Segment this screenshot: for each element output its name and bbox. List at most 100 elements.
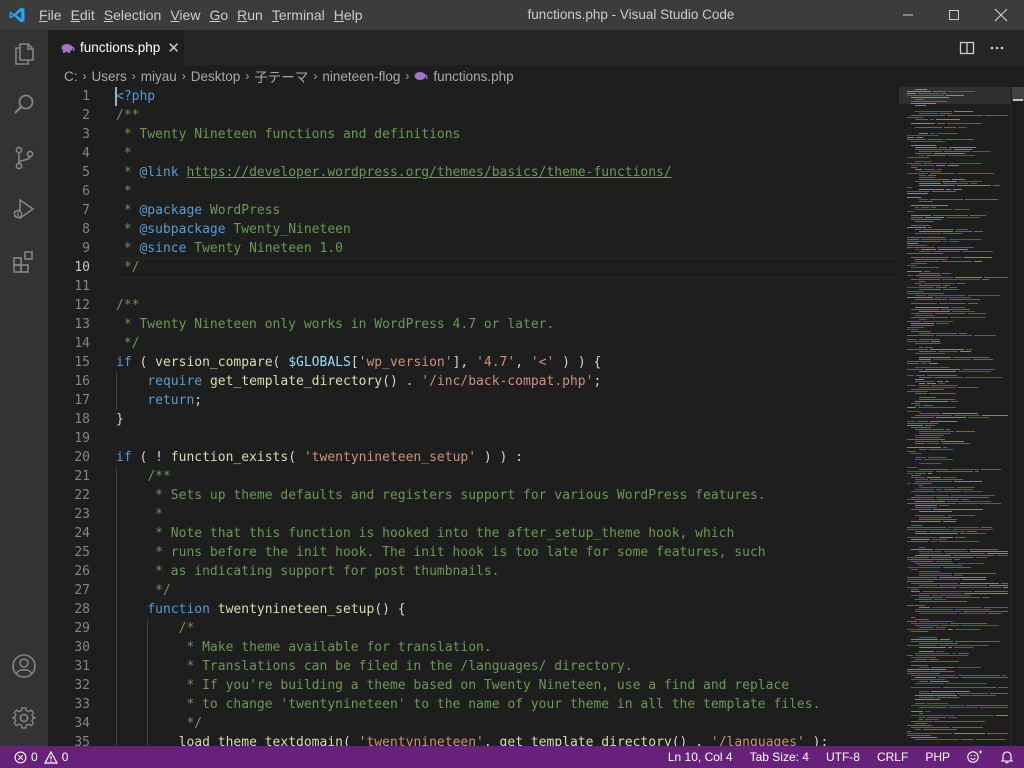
run-debug-button[interactable] xyxy=(0,185,48,233)
menu-view[interactable]: View xyxy=(166,7,204,23)
tab-functions-php[interactable]: functions.php ✕ xyxy=(48,30,184,65)
code-line[interactable]: 31 * Translations can be filed in the /l… xyxy=(48,657,899,676)
minimap-line xyxy=(915,181,940,182)
line-number: 13 xyxy=(74,317,90,332)
breadcrumb-chevron-icon: › xyxy=(82,69,87,83)
encoding[interactable]: UTF-8 xyxy=(826,750,860,764)
code-line[interactable]: 10 */ xyxy=(48,258,899,278)
source-control-button[interactable] xyxy=(0,134,48,182)
line-number: 4 xyxy=(82,146,90,161)
breadcrumb-item[interactable]: nineteen-flog xyxy=(322,69,400,84)
code-line[interactable]: 5 * @link https://developer.wordpress.or… xyxy=(48,163,899,182)
menu-help[interactable]: Help xyxy=(330,7,367,23)
code-text: * Sets up theme defaults and registers s… xyxy=(116,486,766,505)
minimap-line xyxy=(911,675,956,676)
more-actions-button[interactable] xyxy=(987,38,1007,58)
split-editor-button[interactable] xyxy=(957,38,977,58)
code-line[interactable]: 28 function twentynineteen_setup() { xyxy=(48,600,899,619)
code-line[interactable]: 30 * Make theme available for translatio… xyxy=(48,638,899,657)
search-button[interactable] xyxy=(0,81,48,129)
code-text: * to change 'twentynineteen' to the name… xyxy=(116,695,820,714)
minimap[interactable] xyxy=(899,87,1010,746)
minimap-line xyxy=(960,351,971,352)
minimap-line xyxy=(915,401,948,402)
close-window-button[interactable] xyxy=(978,0,1024,30)
end-of-line[interactable]: CRLF xyxy=(877,750,908,764)
code-line[interactable]: 21 /** xyxy=(48,467,899,486)
code-line[interactable]: 6 * xyxy=(48,182,899,201)
breadcrumb-item[interactable]: C: xyxy=(64,69,78,84)
problems-indicator[interactable]: 0 0 xyxy=(14,750,68,764)
code-line[interactable]: 25 * runs before the init hook. The init… xyxy=(48,543,899,562)
code-line[interactable]: 3 * Twenty Nineteen functions and defini… xyxy=(48,125,899,144)
breadcrumb-file[interactable]: functions.php xyxy=(433,69,513,84)
vertical-scrollbar[interactable] xyxy=(1010,87,1024,746)
code-line[interactable]: 23 * xyxy=(48,505,899,524)
cursor-position[interactable]: Ln 10, Col 4 xyxy=(668,750,733,764)
code-line[interactable]: 8 * @subpackage Twenty_Nineteen xyxy=(48,220,899,239)
menu-selection[interactable]: Selection xyxy=(100,7,166,23)
minimap-line xyxy=(915,683,944,684)
minimap-line xyxy=(968,313,986,314)
code-line[interactable]: 24 * Note that this function is hooked i… xyxy=(48,524,899,543)
menu-run[interactable]: Run xyxy=(233,7,267,23)
code-line[interactable]: 2 /** xyxy=(48,106,899,125)
minimap-line xyxy=(915,739,959,740)
menu-go[interactable]: Go xyxy=(205,7,232,23)
ellipsis-icon xyxy=(990,46,1004,50)
menu-file[interactable]: File xyxy=(35,7,66,23)
menu-edit[interactable]: Edit xyxy=(67,7,99,23)
code-line[interactable]: 27 */ xyxy=(48,581,899,600)
code-editor[interactable]: 1 <?php 2/** 3 * Twenty Nineteen functions … xyxy=(48,87,899,746)
code-line[interactable]: 1 <?php xyxy=(48,87,899,106)
extensions-button[interactable] xyxy=(0,238,48,286)
explorer-button[interactable] xyxy=(0,30,48,78)
code-line[interactable]: 15 if ( version_compare( $GLOBALS['wp_ver… xyxy=(48,353,899,372)
minimize-button[interactable] xyxy=(885,0,931,30)
minimap-line xyxy=(911,167,917,168)
breadcrumb-item[interactable]: miyau xyxy=(141,69,177,84)
code-line[interactable]: 17 return; xyxy=(48,391,899,410)
feedback-button[interactable] xyxy=(967,750,983,764)
minimap-line xyxy=(911,215,931,216)
manage-button[interactable] xyxy=(0,694,48,742)
tab-size[interactable]: Tab Size: 4 xyxy=(750,750,809,764)
breadcrumb-item[interactable]: 子テーマ xyxy=(254,66,308,86)
code-line[interactable]: 33 * to change 'twentynineteen' to the n… xyxy=(48,695,899,714)
code-line[interactable]: 29 /* xyxy=(48,619,899,638)
minimap-line xyxy=(911,313,933,314)
code-line[interactable]: 32 * If you're building a theme based on… xyxy=(48,676,899,695)
maximize-button[interactable] xyxy=(931,0,977,30)
code-line[interactable]: 14 */ xyxy=(48,334,899,353)
code-line[interactable]: 18} xyxy=(48,410,899,429)
code-line[interactable]: 22 * Sets up theme defaults and register… xyxy=(48,486,899,505)
code-line[interactable]: 12 /** xyxy=(48,296,899,315)
breadcrumb-item[interactable]: Desktop xyxy=(191,69,241,84)
minimap-line xyxy=(907,473,913,474)
menu-terminal[interactable]: Terminal xyxy=(268,7,329,23)
notifications-button[interactable] xyxy=(1000,750,1014,764)
language-mode[interactable]: PHP xyxy=(925,750,950,764)
code-line[interactable]: 11 xyxy=(48,277,899,296)
vscode-logo-icon[interactable] xyxy=(8,6,26,24)
tab-close-button[interactable]: ✕ xyxy=(167,39,180,57)
breadcrumb-item[interactable]: Users xyxy=(92,69,127,84)
code-line[interactable]: 20 if ( ! function_exists( 'twentyninetee… xyxy=(48,448,899,467)
code-line[interactable]: 13 * Twenty Nineteen only works in WordP… xyxy=(48,315,899,334)
code-line[interactable]: 34 */ xyxy=(48,714,899,733)
code-line[interactable]: 9 * @since Twenty Nineteen 1.0 xyxy=(48,239,899,258)
code-line[interactable]: 7 * @package WordPress xyxy=(48,201,899,220)
accounts-button[interactable] xyxy=(0,642,48,690)
account-icon xyxy=(12,654,36,678)
code-line[interactable]: 19 xyxy=(48,429,899,448)
code-line[interactable]: 26 * as indicating support for post thum… xyxy=(48,562,899,581)
code-line[interactable]: 4 * xyxy=(48,144,899,163)
code-line[interactable]: 35 load_theme_textdomain( 'twentyninetee… xyxy=(48,733,899,746)
minimap-line xyxy=(907,275,913,276)
minimap-line xyxy=(937,169,942,170)
breadcrumb-chevron-icon: › xyxy=(405,69,410,83)
minimap-line xyxy=(924,169,935,170)
minimap-line xyxy=(941,625,959,626)
code-line[interactable]: 16 require get_template_directory() . '/… xyxy=(48,372,899,391)
